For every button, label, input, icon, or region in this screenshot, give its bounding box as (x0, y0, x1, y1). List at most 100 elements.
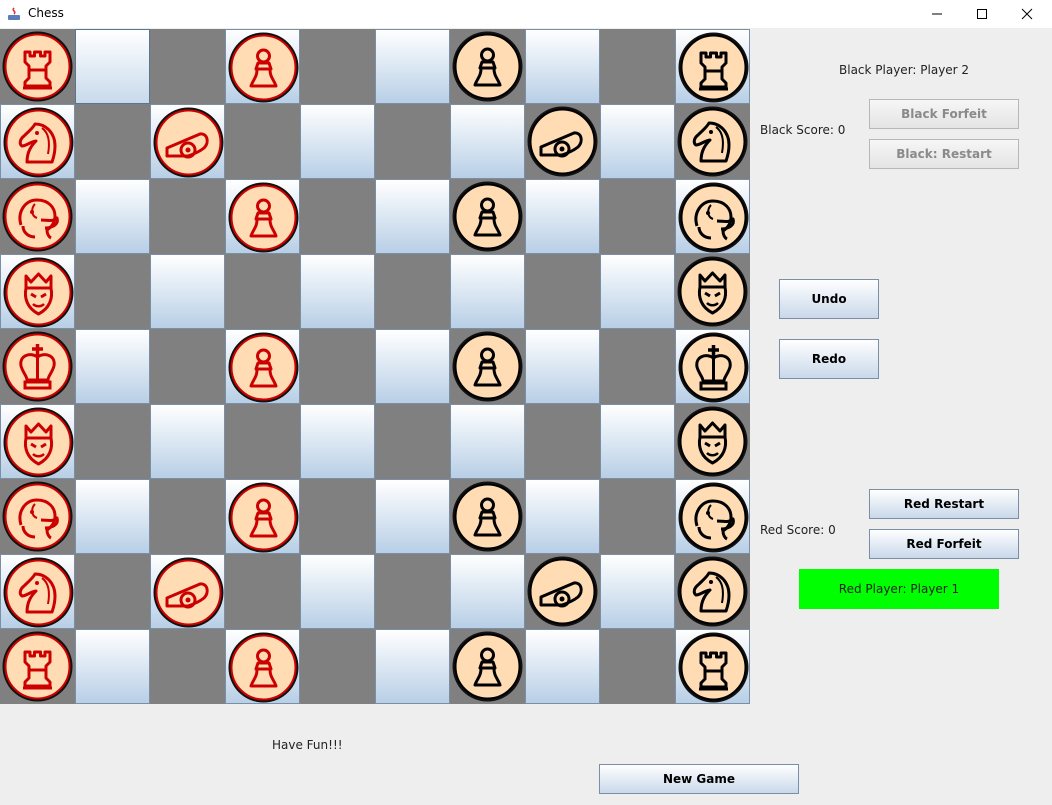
board-square[interactable] (225, 254, 300, 329)
red-guard-piece[interactable] (2, 256, 75, 329)
board-square[interactable] (525, 629, 600, 704)
red-rook-piece[interactable] (1, 630, 74, 703)
red-knight-piece[interactable] (2, 106, 75, 179)
board-square[interactable] (450, 29, 525, 104)
board-square[interactable] (600, 104, 675, 179)
board-square[interactable] (225, 179, 300, 254)
board-square[interactable] (675, 479, 750, 554)
board-square[interactable] (150, 404, 225, 479)
board-square[interactable] (0, 404, 75, 479)
board-square[interactable] (450, 629, 525, 704)
board-square[interactable] (150, 479, 225, 554)
board-square[interactable] (75, 254, 150, 329)
red-cannon-piece[interactable] (152, 556, 225, 629)
board-square[interactable] (600, 329, 675, 404)
board-square[interactable] (525, 179, 600, 254)
board-square[interactable] (375, 329, 450, 404)
board-square[interactable] (150, 629, 225, 704)
board-square[interactable] (75, 29, 150, 104)
red-rook-piece[interactable] (1, 30, 74, 103)
undo-button[interactable]: Undo (779, 279, 879, 319)
red-knight-piece[interactable] (2, 556, 75, 629)
board-square[interactable] (75, 179, 150, 254)
red-pawn-piece[interactable] (227, 481, 300, 554)
black-rook-piece[interactable] (677, 631, 750, 704)
board-square[interactable] (0, 329, 75, 404)
board-square[interactable] (525, 254, 600, 329)
new-game-button[interactable]: New Game (599, 764, 799, 794)
red-cannon-piece[interactable] (152, 106, 225, 179)
board-square[interactable] (675, 629, 750, 704)
board-square[interactable] (675, 404, 750, 479)
board-square[interactable] (600, 179, 675, 254)
board-square[interactable] (225, 404, 300, 479)
red-elephant-piece[interactable] (1, 480, 74, 553)
board-square[interactable] (450, 479, 525, 554)
board-square[interactable] (150, 254, 225, 329)
board-square[interactable] (450, 104, 525, 179)
board-square[interactable] (450, 329, 525, 404)
board-square[interactable] (675, 179, 750, 254)
board-square[interactable] (525, 554, 600, 629)
black-elephant-piece[interactable] (677, 481, 750, 554)
black-pawn-piece[interactable] (451, 630, 524, 703)
black-pawn-piece[interactable] (451, 480, 524, 553)
board-square[interactable] (375, 254, 450, 329)
board-square[interactable] (300, 329, 375, 404)
board-square[interactable] (75, 629, 150, 704)
board-square[interactable] (75, 329, 150, 404)
black-rook-piece[interactable] (677, 31, 750, 104)
board-square[interactable] (375, 404, 450, 479)
board-square[interactable] (300, 629, 375, 704)
red-forfeit-button[interactable]: Red Forfeit (869, 529, 1019, 559)
board-square[interactable] (600, 629, 675, 704)
board-square[interactable] (75, 554, 150, 629)
red-king-piece[interactable] (1, 330, 74, 403)
maximize-button[interactable] (959, 0, 1005, 28)
black-pawn-piece[interactable] (451, 180, 524, 253)
board-square[interactable] (450, 254, 525, 329)
board-square[interactable] (0, 254, 75, 329)
board-square[interactable] (225, 329, 300, 404)
board-square[interactable] (150, 29, 225, 104)
board-square[interactable] (675, 329, 750, 404)
board-square[interactable] (225, 479, 300, 554)
black-forfeit-button[interactable]: Black Forfeit (869, 99, 1019, 129)
black-knight-piece[interactable] (676, 105, 749, 178)
board-square[interactable] (225, 554, 300, 629)
board-square[interactable] (300, 479, 375, 554)
board-square[interactable] (225, 104, 300, 179)
board-square[interactable] (0, 479, 75, 554)
board-square[interactable] (75, 104, 150, 179)
board-square[interactable] (525, 104, 600, 179)
black-cannon-piece[interactable] (526, 105, 599, 178)
black-restart-button[interactable]: Black: Restart (869, 139, 1019, 169)
board-square[interactable] (450, 179, 525, 254)
board-square[interactable] (675, 554, 750, 629)
board-square[interactable] (600, 479, 675, 554)
board-square[interactable] (375, 479, 450, 554)
board-square[interactable] (600, 29, 675, 104)
board-square[interactable] (150, 554, 225, 629)
board-square[interactable] (525, 404, 600, 479)
board-square[interactable] (300, 404, 375, 479)
board-square[interactable] (0, 629, 75, 704)
black-knight-piece[interactable] (676, 555, 749, 628)
black-pawn-piece[interactable] (451, 30, 524, 103)
board-square[interactable] (150, 179, 225, 254)
red-pawn-piece[interactable] (227, 181, 300, 254)
black-pawn-piece[interactable] (451, 330, 524, 403)
board-square[interactable] (300, 554, 375, 629)
board-square[interactable] (300, 254, 375, 329)
black-cannon-piece[interactable] (526, 555, 599, 628)
board-square[interactable] (525, 29, 600, 104)
board-square[interactable] (525, 329, 600, 404)
red-pawn-piece[interactable] (227, 31, 300, 104)
board-square[interactable] (225, 629, 300, 704)
board-square[interactable] (675, 29, 750, 104)
board-square[interactable] (0, 104, 75, 179)
black-guard-piece[interactable] (676, 405, 749, 478)
board-square[interactable] (300, 104, 375, 179)
board-square[interactable] (450, 554, 525, 629)
board-square[interactable] (450, 404, 525, 479)
